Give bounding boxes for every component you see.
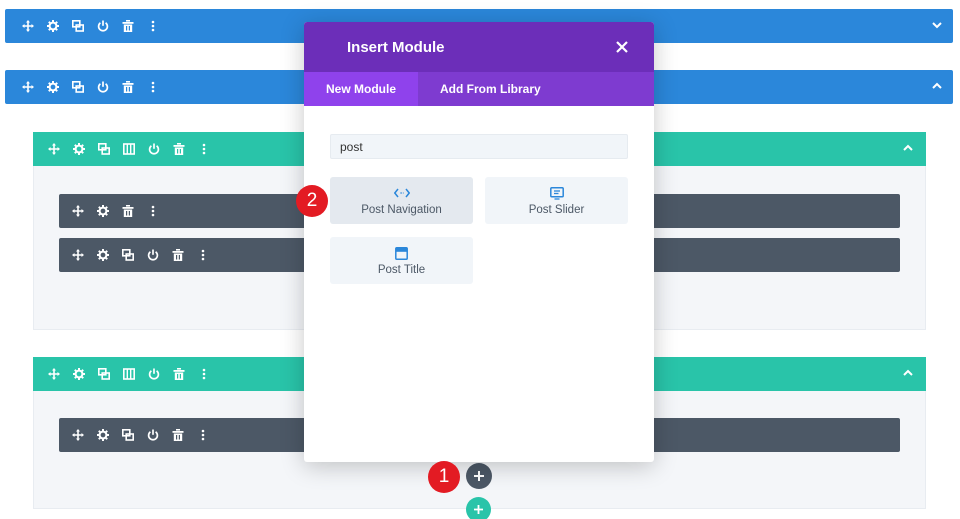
module-label: Post Slider: [528, 204, 585, 216]
module-post-slider[interactable]: Post Slider: [485, 177, 628, 224]
add-row-button[interactable]: [466, 497, 491, 519]
duplicate-icon[interactable]: [95, 365, 113, 383]
duplicate-icon[interactable]: [69, 78, 87, 96]
more-icon[interactable]: [144, 78, 162, 96]
gear-icon[interactable]: [94, 246, 112, 264]
trash-icon[interactable]: [119, 202, 137, 220]
more-icon[interactable]: [194, 426, 212, 444]
power-icon[interactable]: [94, 17, 112, 35]
duplicate-icon[interactable]: [119, 246, 137, 264]
module-label: Post Title: [377, 264, 426, 276]
step-badge-2: 2: [296, 185, 328, 217]
move-icon[interactable]: [69, 202, 87, 220]
gear-icon[interactable]: [70, 140, 88, 158]
move-icon[interactable]: [45, 140, 63, 158]
move-icon[interactable]: [19, 78, 37, 96]
power-icon[interactable]: [144, 246, 162, 264]
insert-module-modal: Insert Module New Module Add From Librar…: [304, 22, 654, 462]
move-icon[interactable]: [69, 246, 87, 264]
move-icon[interactable]: [19, 17, 37, 35]
duplicate-icon[interactable]: [119, 426, 137, 444]
more-icon[interactable]: [144, 202, 162, 220]
gear-icon[interactable]: [44, 78, 62, 96]
modal-tabs: New Module Add From Library: [304, 72, 654, 106]
close-icon[interactable]: [612, 37, 632, 57]
slider-icon: [549, 185, 564, 201]
trash-icon[interactable]: [119, 78, 137, 96]
more-icon[interactable]: [195, 140, 213, 158]
move-icon[interactable]: [45, 365, 63, 383]
power-icon[interactable]: [145, 140, 163, 158]
more-icon[interactable]: [144, 17, 162, 35]
columns-icon[interactable]: [120, 140, 138, 158]
more-icon[interactable]: [195, 365, 213, 383]
trash-icon[interactable]: [170, 140, 188, 158]
modal-header: Insert Module: [304, 22, 654, 72]
power-icon[interactable]: [145, 365, 163, 383]
trash-icon[interactable]: [119, 17, 137, 35]
module-post-navigation[interactable]: Post Navigation: [330, 177, 473, 224]
power-icon[interactable]: [144, 426, 162, 444]
trash-icon[interactable]: [169, 246, 187, 264]
tab-new-module[interactable]: New Module: [304, 72, 419, 106]
plus-icon: [474, 505, 483, 514]
gear-icon[interactable]: [44, 17, 62, 35]
chevron-down-icon[interactable]: [931, 18, 943, 36]
title-icon: [395, 245, 408, 261]
columns-icon[interactable]: [120, 365, 138, 383]
chevron-up-icon[interactable]: [931, 79, 943, 97]
gear-icon[interactable]: [94, 426, 112, 444]
chevron-up-icon[interactable]: [902, 141, 914, 159]
module-post-title[interactable]: Post Title: [330, 237, 473, 284]
duplicate-icon[interactable]: [69, 17, 87, 35]
duplicate-icon[interactable]: [95, 140, 113, 158]
move-icon[interactable]: [69, 426, 87, 444]
module-label: Post Navigation: [361, 204, 442, 216]
gear-icon[interactable]: [94, 202, 112, 220]
search-input[interactable]: [330, 134, 628, 159]
plus-icon: [474, 471, 484, 481]
more-icon[interactable]: [194, 246, 212, 264]
modal-title: Insert Module: [347, 38, 445, 56]
gear-icon[interactable]: [70, 365, 88, 383]
trash-icon[interactable]: [170, 365, 188, 383]
add-module-button[interactable]: [466, 463, 492, 489]
code-arrows-icon: [393, 185, 410, 201]
chevron-up-icon[interactable]: [902, 366, 914, 384]
power-icon[interactable]: [94, 78, 112, 96]
trash-icon[interactable]: [169, 426, 187, 444]
step-badge-1: 1: [428, 461, 460, 493]
tab-add-from-library[interactable]: Add From Library: [418, 72, 563, 106]
